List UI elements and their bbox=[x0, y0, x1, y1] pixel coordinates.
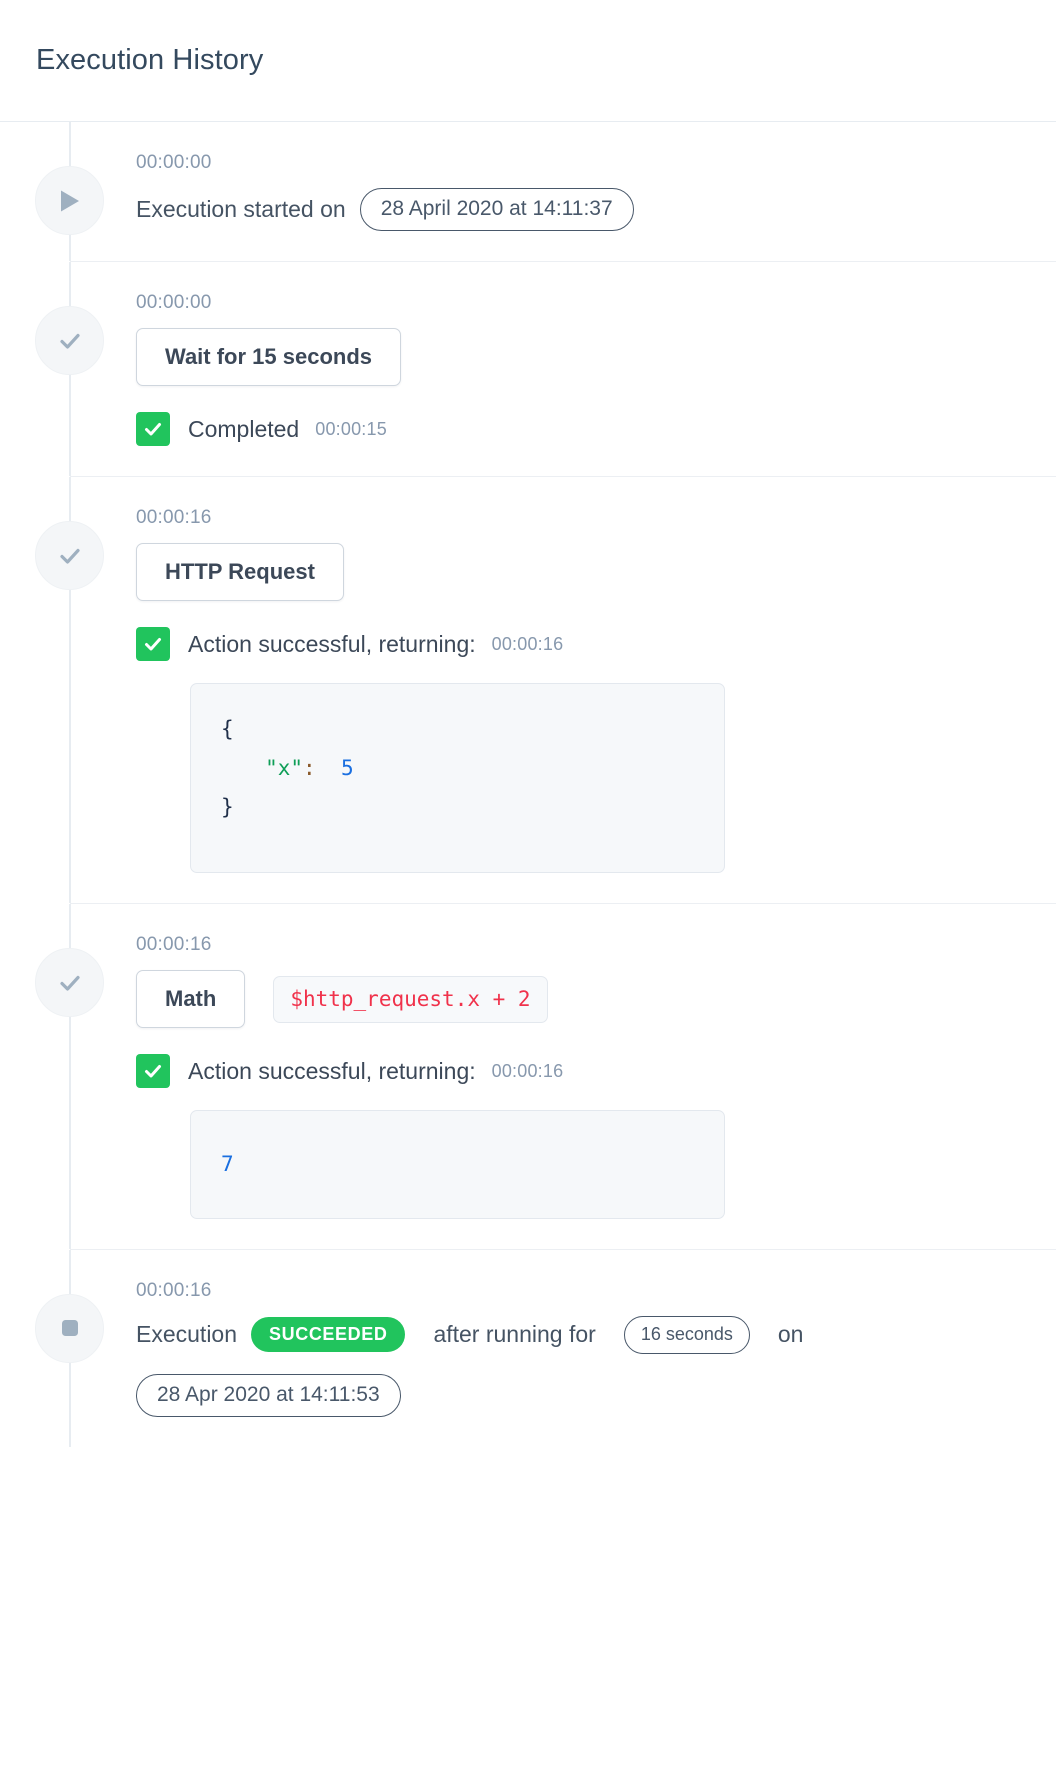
result-timestamp: 00:00:16 bbox=[491, 1060, 564, 1081]
entry-node: Wait for 15 seconds bbox=[136, 328, 1032, 386]
divider-shim bbox=[0, 261, 70, 262]
timeline-entry-http-request: 00:00:16 HTTP Request Action successful,… bbox=[0, 476, 1056, 903]
checkbox-tick-icon bbox=[136, 412, 170, 446]
json-key: "x" bbox=[265, 755, 304, 780]
entry-description: Execution started on 28 April 2020 at 14… bbox=[136, 188, 1032, 231]
page-title: Execution History bbox=[36, 44, 264, 76]
result-timestamp: 00:00:16 bbox=[491, 633, 564, 654]
result-row: Action successful, returning: 00:00:16 bbox=[136, 627, 1032, 661]
node-button-wait[interactable]: Wait for 15 seconds bbox=[136, 328, 402, 386]
stop-icon bbox=[35, 1293, 104, 1363]
started-label: Execution started on bbox=[136, 195, 346, 222]
result-row: Action successful, returning: 00:00:16 bbox=[136, 1054, 1032, 1088]
duration-pill[interactable]: 16 seconds bbox=[623, 1315, 750, 1354]
checkbox-tick-icon bbox=[136, 627, 170, 661]
status-badge: SUCCEEDED bbox=[251, 1317, 406, 1353]
timeline-entry-wait-step: 00:00:00 Wait for 15 seconds Completed 0… bbox=[0, 261, 1056, 476]
entry-node: HTTP Request bbox=[136, 543, 1032, 601]
json-value: 5 bbox=[340, 755, 354, 780]
start-date-pill[interactable]: 28 April 2020 at 14:11:37 bbox=[359, 188, 634, 231]
entry-node: Math $http_request.x + 2 bbox=[136, 970, 1032, 1028]
entry-timestamp: 00:00:00 bbox=[136, 292, 212, 313]
after-running-label: after running for bbox=[433, 1321, 596, 1348]
finish-date-pill[interactable]: 28 Apr 2020 at 14:11:53 bbox=[136, 1373, 401, 1417]
entry-description: Execution SUCCEEDED after running for 16… bbox=[136, 1315, 1032, 1354]
output-value: 7 bbox=[221, 1152, 234, 1176]
check-icon bbox=[35, 521, 104, 590]
entry-timestamp: 00:00:00 bbox=[136, 152, 212, 173]
result-label: Action successful, returning: bbox=[188, 1057, 476, 1084]
math-expression[interactable]: $http_request.x + 2 bbox=[273, 975, 548, 1023]
divider-shim bbox=[0, 476, 70, 477]
check-icon bbox=[35, 306, 104, 375]
finish-date-row: 28 Apr 2020 at 14:11:53 bbox=[136, 1373, 1032, 1417]
divider-shim bbox=[0, 903, 70, 904]
timeline-entry-math: 00:00:16 Math $http_request.x + 2 Action… bbox=[0, 903, 1056, 1249]
entry-timestamp: 00:00:16 bbox=[136, 934, 212, 955]
node-button-http-request[interactable]: HTTP Request bbox=[136, 543, 344, 601]
result-label: Action successful, returning: bbox=[188, 630, 476, 657]
node-button-math[interactable]: Math bbox=[136, 970, 246, 1028]
check-icon bbox=[35, 948, 104, 1017]
result-label: Completed bbox=[188, 415, 300, 442]
json-close-brace: } bbox=[221, 794, 234, 819]
json-colon: : bbox=[303, 755, 316, 780]
play-icon bbox=[35, 166, 104, 235]
timeline-entry-execution-started: 00:00:00 Execution started on 28 April 2… bbox=[0, 122, 1056, 261]
result-row: Completed 00:00:15 bbox=[136, 412, 1032, 446]
divider-shim bbox=[0, 1248, 70, 1250]
page-header: Execution History bbox=[0, 0, 1056, 122]
output-value-card: 7 bbox=[190, 1110, 725, 1219]
entry-timestamp: 00:00:16 bbox=[136, 507, 212, 528]
timeline-entry-execution-finished: 00:00:16 Execution SUCCEEDED after runni… bbox=[0, 1248, 1056, 1447]
checkbox-tick-icon bbox=[136, 1054, 170, 1088]
output-json-card: { "x": 5 } bbox=[190, 683, 725, 873]
result-timestamp: 00:00:15 bbox=[315, 418, 387, 439]
entry-timestamp: 00:00:16 bbox=[136, 1279, 212, 1301]
json-open-brace: { bbox=[221, 717, 234, 741]
execution-timeline: 00:00:00 Execution started on 28 April 2… bbox=[0, 122, 1056, 1447]
execution-label: Execution bbox=[136, 1321, 238, 1348]
on-label: on bbox=[777, 1321, 804, 1348]
